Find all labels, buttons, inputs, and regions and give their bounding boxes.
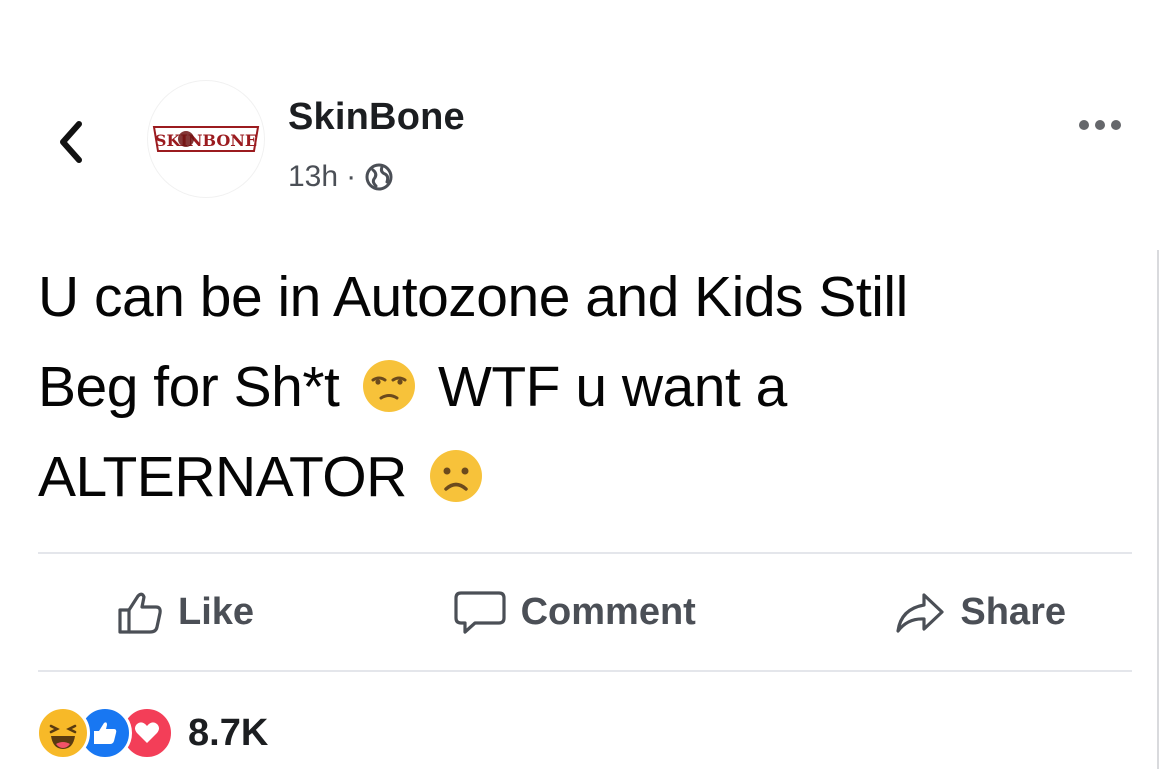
post-line-3: ALTERNATOR <box>38 432 1138 522</box>
author-name[interactable]: SkinBone <box>288 96 465 139</box>
more-dot <box>1111 120 1121 130</box>
more-dot <box>1079 120 1089 130</box>
logo-lettering: SKINBONE <box>155 131 257 150</box>
unamused-face-emoji <box>362 360 415 412</box>
reactions-summary[interactable]: 8.7K <box>36 706 268 760</box>
post-line-2-end: WTF u want a <box>438 355 787 419</box>
more-options-button[interactable] <box>1079 120 1121 130</box>
post-line-2: Beg for Sh*t WTF u want a <box>38 342 1138 432</box>
post-line-2-start: Beg for Sh*t <box>38 355 340 419</box>
meta-separator: · <box>346 160 357 193</box>
share-arrow-icon <box>896 592 944 633</box>
post-line-1: U can be in Autozone and Kids Still <box>38 265 908 329</box>
like-label: Like <box>178 591 255 633</box>
post-line-3-text: ALTERNATOR <box>38 445 407 509</box>
post-meta: 13h · <box>288 160 394 194</box>
post-time[interactable]: 13h <box>288 160 338 194</box>
globe-icon[interactable] <box>364 162 394 192</box>
back-button[interactable] <box>50 118 90 166</box>
scroll-edge <box>1157 250 1159 769</box>
more-dot <box>1095 120 1105 130</box>
comment-button[interactable]: Comment <box>453 589 696 637</box>
like-button[interactable]: Like <box>116 590 254 636</box>
haha-reaction-icon <box>36 706 90 760</box>
comment-label: Comment <box>520 591 696 633</box>
comment-icon <box>453 590 506 634</box>
divider-bottom <box>38 670 1132 672</box>
post-body: U can be in Autozone and Kids Still Beg … <box>38 252 1138 522</box>
frowning-face-emoji <box>430 450 483 502</box>
thumbs-up-icon <box>118 592 162 634</box>
share-label: Share <box>960 591 1066 633</box>
share-button[interactable]: Share <box>894 591 1066 635</box>
chevron-left-icon <box>60 121 82 163</box>
reaction-count[interactable]: 8.7K <box>188 712 268 755</box>
post-actions-bar: Like Comment Share <box>38 555 1132 670</box>
author-avatar[interactable]: SKINBONE <box>147 80 265 198</box>
skinbone-logo: SKINBONE <box>152 126 260 152</box>
divider-top <box>38 552 1132 554</box>
facebook-post-screen: SKINBONE SkinBone 13h · U can be in Auto… <box>0 0 1165 769</box>
